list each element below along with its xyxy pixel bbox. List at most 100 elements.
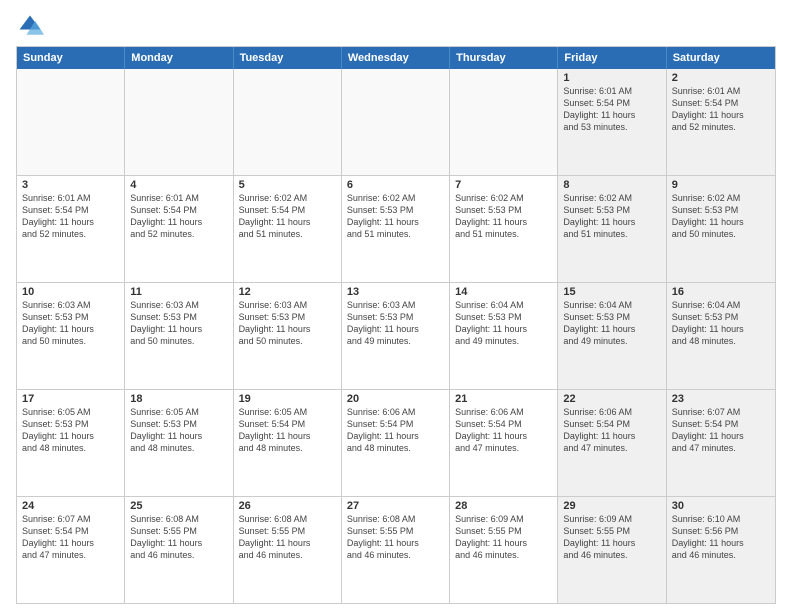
header [16,12,776,40]
calendar-cell: 25Sunrise: 6:08 AM Sunset: 5:55 PM Dayli… [125,497,233,603]
day-number: 2 [672,72,770,84]
day-info: Sunrise: 6:01 AM Sunset: 5:54 PM Dayligh… [130,192,227,241]
day-info: Sunrise: 6:03 AM Sunset: 5:53 PM Dayligh… [347,299,444,348]
logo-icon [16,12,44,40]
calendar-cell: 8Sunrise: 6:02 AM Sunset: 5:53 PM Daylig… [558,176,666,282]
calendar-cell: 15Sunrise: 6:04 AM Sunset: 5:53 PM Dayli… [558,283,666,389]
calendar-header-row: SundayMondayTuesdayWednesdayThursdayFrid… [17,47,775,69]
day-number: 28 [455,500,552,512]
calendar-body: 1 Sunrise: 6:01 AM Sunset: 5:54 PM Daylig… [17,69,775,603]
day-number: 14 [455,286,552,298]
calendar-cell: 29Sunrise: 6:09 AM Sunset: 5:55 PM Dayli… [558,497,666,603]
calendar-cell: 13Sunrise: 6:03 AM Sunset: 5:53 PM Dayli… [342,283,450,389]
day-number: 30 [672,500,770,512]
calendar: SundayMondayTuesdayWednesdayThursdayFrid… [16,46,776,604]
day-number: 4 [130,179,227,191]
calendar-cell: 6Sunrise: 6:02 AM Sunset: 5:53 PM Daylig… [342,176,450,282]
calendar-cell: 30Sunrise: 6:10 AM Sunset: 5:56 PM Dayli… [667,497,775,603]
day-info: Sunrise: 6:04 AM Sunset: 5:53 PM Dayligh… [563,299,660,348]
day-number: 24 [22,500,119,512]
day-number: 20 [347,393,444,405]
calendar-cell [17,69,125,175]
day-info: Sunrise: 6:03 AM Sunset: 5:53 PM Dayligh… [22,299,119,348]
calendar-cell [234,69,342,175]
calendar-cell: 20Sunrise: 6:06 AM Sunset: 5:54 PM Dayli… [342,390,450,496]
day-info: Sunrise: 6:03 AM Sunset: 5:53 PM Dayligh… [239,299,336,348]
calendar-cell: 28Sunrise: 6:09 AM Sunset: 5:55 PM Dayli… [450,497,558,603]
calendar-cell: 17Sunrise: 6:05 AM Sunset: 5:53 PM Dayli… [17,390,125,496]
day-number: 16 [672,286,770,298]
logo [16,12,48,40]
calendar-cell: 27Sunrise: 6:08 AM Sunset: 5:55 PM Dayli… [342,497,450,603]
calendar-header-cell: Friday [558,47,666,69]
calendar-cell: 26Sunrise: 6:08 AM Sunset: 5:55 PM Dayli… [234,497,342,603]
calendar-header-cell: Saturday [667,47,775,69]
day-number: 19 [239,393,336,405]
day-info: Sunrise: 6:10 AM Sunset: 5:56 PM Dayligh… [672,513,770,562]
calendar-cell: 10Sunrise: 6:03 AM Sunset: 5:53 PM Dayli… [17,283,125,389]
day-number: 25 [130,500,227,512]
day-info: Sunrise: 6:02 AM Sunset: 5:53 PM Dayligh… [347,192,444,241]
calendar-row: 24Sunrise: 6:07 AM Sunset: 5:54 PM Dayli… [17,496,775,603]
day-number: 3 [22,179,119,191]
calendar-cell [450,69,558,175]
calendar-row: 10Sunrise: 6:03 AM Sunset: 5:53 PM Dayli… [17,282,775,389]
calendar-cell [125,69,233,175]
calendar-cell: 22Sunrise: 6:06 AM Sunset: 5:54 PM Dayli… [558,390,666,496]
day-number: 15 [563,286,660,298]
calendar-header-cell: Wednesday [342,47,450,69]
day-number: 13 [347,286,444,298]
calendar-cell: 9Sunrise: 6:02 AM Sunset: 5:53 PM Daylig… [667,176,775,282]
day-number: 5 [239,179,336,191]
day-number: 21 [455,393,552,405]
day-info: Sunrise: 6:05 AM Sunset: 5:54 PM Dayligh… [239,406,336,455]
day-number: 1 [563,72,660,84]
calendar-cell: 4Sunrise: 6:01 AM Sunset: 5:54 PM Daylig… [125,176,233,282]
day-number: 17 [22,393,119,405]
calendar-cell: 12Sunrise: 6:03 AM Sunset: 5:53 PM Dayli… [234,283,342,389]
calendar-cell [342,69,450,175]
day-info: Sunrise: 6:01 AM Sunset: 5:54 PM Dayligh… [672,85,770,134]
calendar-cell: 18Sunrise: 6:05 AM Sunset: 5:53 PM Dayli… [125,390,233,496]
day-number: 11 [130,286,227,298]
day-info: Sunrise: 6:06 AM Sunset: 5:54 PM Dayligh… [563,406,660,455]
calendar-cell: 1Sunrise: 6:01 AM Sunset: 5:54 PM Daylig… [558,69,666,175]
day-number: 9 [672,179,770,191]
day-info: Sunrise: 6:02 AM Sunset: 5:53 PM Dayligh… [455,192,552,241]
day-info: Sunrise: 6:04 AM Sunset: 5:53 PM Dayligh… [672,299,770,348]
day-number: 23 [672,393,770,405]
calendar-cell: 5Sunrise: 6:02 AM Sunset: 5:54 PM Daylig… [234,176,342,282]
calendar-row: 17Sunrise: 6:05 AM Sunset: 5:53 PM Dayli… [17,389,775,496]
calendar-cell: 16Sunrise: 6:04 AM Sunset: 5:53 PM Dayli… [667,283,775,389]
day-info: Sunrise: 6:09 AM Sunset: 5:55 PM Dayligh… [563,513,660,562]
calendar-cell: 2Sunrise: 6:01 AM Sunset: 5:54 PM Daylig… [667,69,775,175]
calendar-row: 1 Sunrise: 6:01 AM Sunset: 5:54 PM Daylig… [17,69,775,175]
calendar-cell: 3Sunrise: 6:01 AM Sunset: 5:54 PM Daylig… [17,176,125,282]
day-info: Sunrise: 6:05 AM Sunset: 5:53 PM Dayligh… [130,406,227,455]
calendar-row: 3 Sunrise: 6:01 AM Sunset: 5:54 PM Daylig… [17,175,775,282]
day-info: Sunrise: 6:03 AM Sunset: 5:53 PM Dayligh… [130,299,227,348]
day-number: 26 [239,500,336,512]
day-info: Sunrise: 6:08 AM Sunset: 5:55 PM Dayligh… [347,513,444,562]
calendar-cell: 21Sunrise: 6:06 AM Sunset: 5:54 PM Dayli… [450,390,558,496]
day-number: 22 [563,393,660,405]
day-number: 7 [455,179,552,191]
calendar-cell: 23Sunrise: 6:07 AM Sunset: 5:54 PM Dayli… [667,390,775,496]
day-number: 10 [22,286,119,298]
day-number: 12 [239,286,336,298]
day-info: Sunrise: 6:04 AM Sunset: 5:53 PM Dayligh… [455,299,552,348]
calendar-page: SundayMondayTuesdayWednesdayThursdayFrid… [0,0,792,612]
calendar-header-cell: Monday [125,47,233,69]
day-info: Sunrise: 6:09 AM Sunset: 5:55 PM Dayligh… [455,513,552,562]
day-info: Sunrise: 6:07 AM Sunset: 5:54 PM Dayligh… [22,513,119,562]
day-info: Sunrise: 6:02 AM Sunset: 5:54 PM Dayligh… [239,192,336,241]
day-info: Sunrise: 6:08 AM Sunset: 5:55 PM Dayligh… [130,513,227,562]
day-info: Sunrise: 6:02 AM Sunset: 5:53 PM Dayligh… [672,192,770,241]
day-number: 6 [347,179,444,191]
calendar-cell: 24Sunrise: 6:07 AM Sunset: 5:54 PM Dayli… [17,497,125,603]
calendar-cell: 11Sunrise: 6:03 AM Sunset: 5:53 PM Dayli… [125,283,233,389]
day-number: 27 [347,500,444,512]
calendar-cell: 19Sunrise: 6:05 AM Sunset: 5:54 PM Dayli… [234,390,342,496]
day-number: 8 [563,179,660,191]
day-info: Sunrise: 6:05 AM Sunset: 5:53 PM Dayligh… [22,406,119,455]
